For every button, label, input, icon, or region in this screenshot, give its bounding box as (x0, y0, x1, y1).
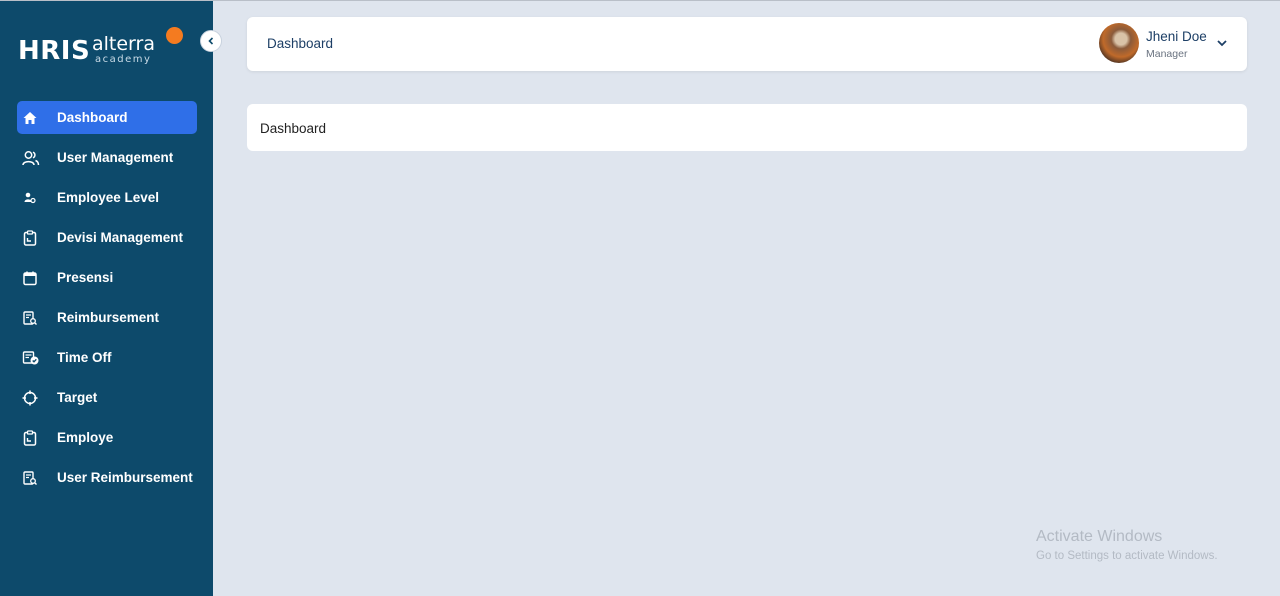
sidebar-item-reimbursement[interactable]: Reimbursement (17, 301, 197, 334)
user-name: Jheni Doe (1146, 29, 1207, 44)
person-level-icon (22, 188, 52, 208)
receipt-search-icon (22, 308, 52, 328)
top-header: Dashboard Jheni Doe Manager (247, 17, 1247, 71)
sidebar-item-user-reimbursement[interactable]: User Reimbursement (17, 461, 197, 494)
user-menu[interactable]: Jheni Doe Manager (1099, 23, 1229, 65)
logo-dot (166, 27, 183, 44)
card-title: Dashboard (260, 121, 327, 136)
sidebar-item-label: User Reimbursement (57, 470, 193, 485)
sidebar-item-label: Devisi Management (57, 230, 184, 245)
receipt-search-icon (22, 468, 52, 488)
dashboard-card: Dashboard (247, 104, 1247, 151)
sidebar: HRIS alterra academy Dashboard User Mana… (0, 1, 213, 596)
logo: HRIS alterra academy (18, 27, 188, 71)
sidebar-item-label: Employee Level (57, 190, 160, 205)
calendar-icon (22, 268, 52, 288)
sidebar-item-devisi-management[interactable]: Devisi Management (17, 221, 197, 254)
sidebar-item-target[interactable]: Target (17, 381, 197, 414)
logo-sub: academy (95, 54, 152, 65)
sidebar-item-time-off[interactable]: Time Off (17, 341, 197, 374)
sidebar-item-employee-level[interactable]: Employee Level (17, 181, 197, 214)
watermark-subtitle: Go to Settings to activate Windows. (1036, 550, 1218, 562)
sidebar-item-label: Dashboard (57, 110, 128, 125)
sidebar-item-label: Time Off (57, 350, 112, 365)
calendar-check-icon (22, 348, 52, 368)
sidebar-item-employe[interactable]: Employe (17, 421, 197, 454)
clipboard-icon (22, 428, 52, 448)
sidebar-item-label: Employe (57, 430, 114, 445)
logo-brand: HRIS (18, 36, 91, 66)
windows-activation-watermark: Activate Windows Go to Settings to activ… (1036, 528, 1218, 562)
sidebar-nav: Dashboard User Management Employee Level… (17, 101, 197, 501)
chevron-left-icon (206, 36, 216, 46)
watermark-title: Activate Windows (1036, 528, 1163, 545)
sidebar-collapse-button[interactable] (200, 30, 222, 52)
sidebar-item-presensi[interactable]: Presensi (17, 261, 197, 294)
crosshair-icon (22, 388, 52, 408)
sidebar-item-label: Target (57, 390, 98, 405)
home-icon (22, 108, 52, 128)
sidebar-item-label: Reimbursement (57, 310, 160, 325)
sidebar-item-user-management[interactable]: User Management (17, 141, 197, 174)
sidebar-item-label: User Management (57, 150, 174, 165)
sidebar-item-dashboard[interactable]: Dashboard (17, 101, 197, 134)
header-title: Dashboard (267, 36, 334, 51)
sidebar-item-label: Presensi (57, 270, 114, 285)
avatar (1099, 23, 1139, 63)
users-icon (22, 148, 52, 168)
user-role: Manager (1146, 48, 1188, 60)
chevron-down-icon (1215, 36, 1229, 50)
clipboard-icon (22, 228, 52, 248)
logo-name: alterra (92, 33, 155, 55)
